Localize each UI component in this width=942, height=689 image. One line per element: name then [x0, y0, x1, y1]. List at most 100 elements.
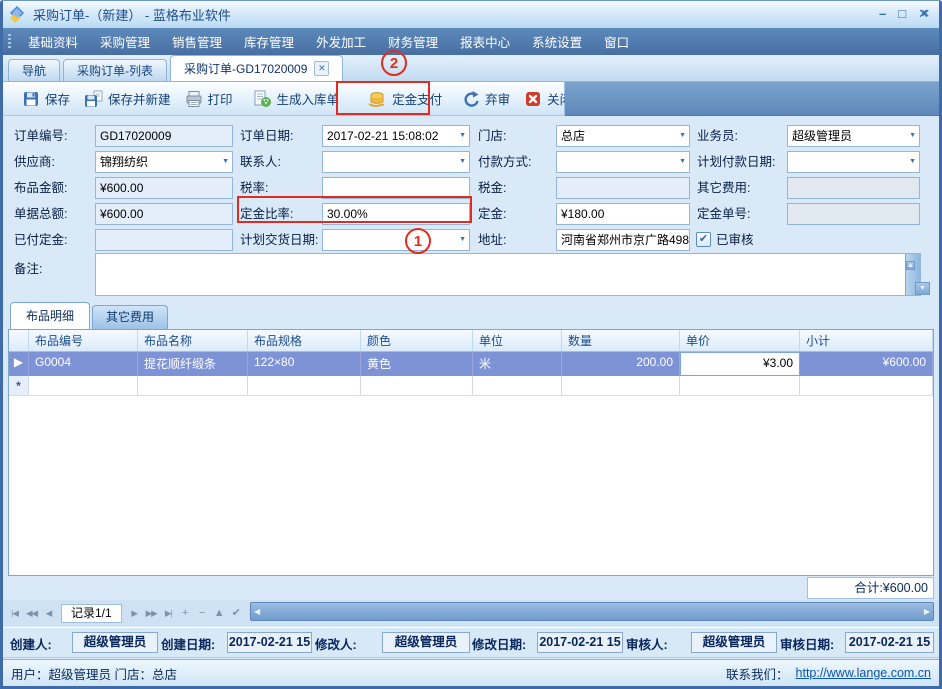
tab-purchase-order-current[interactable]: 采购订单-GD17020009 ✕: [170, 55, 343, 81]
cell-subtotal[interactable]: ¥600.00: [800, 352, 933, 376]
nav-next-button[interactable]: ▶: [128, 605, 141, 621]
new-row-cell[interactable]: [800, 376, 933, 396]
scroll-left-icon[interactable]: ◀: [254, 607, 260, 616]
address-field[interactable]: 河南省郑州市京广路498号: [556, 229, 690, 251]
nav-prev-page-button[interactable]: ◀◀: [25, 605, 38, 621]
save-button[interactable]: 保存: [15, 84, 77, 113]
pay-method-field[interactable]: ▼: [556, 151, 690, 173]
new-row-cell[interactable]: [29, 376, 138, 396]
annotation-rect-deposit-ratio: [237, 196, 472, 223]
cell-unit-price[interactable]: ¥3.00: [680, 352, 800, 376]
nav-prev-button[interactable]: ◀: [42, 605, 55, 621]
contact-dropdown-icon[interactable]: ▼: [459, 158, 466, 166]
save-and-new-button[interactable]: 保存并新建: [77, 84, 178, 113]
col-header-product-code[interactable]: 布品编号: [29, 330, 138, 351]
grid-row-selected[interactable]: ▶ G0004 提花顺纤缎条 122×80 黄色 米 200.00 ¥3.00 …: [9, 352, 933, 376]
salesman-dropdown-icon[interactable]: ▼: [909, 132, 916, 140]
store-dropdown-icon[interactable]: ▼: [679, 132, 686, 140]
menu-item-purchase[interactable]: 采购管理: [89, 28, 161, 55]
creator-field: 超级管理员: [72, 632, 158, 653]
other-fee-label: 其它费用:: [697, 177, 750, 199]
creator-label: 创建人:: [10, 634, 52, 653]
plan-delivery-date-dropdown-icon[interactable]: ▼: [459, 236, 466, 244]
print-button[interactable]: 打印: [178, 84, 240, 113]
annotation-rect-deposit-pay: [336, 81, 430, 115]
nav-edit-button[interactable]: ▲: [213, 605, 226, 621]
nav-post-button[interactable]: ✔: [230, 605, 243, 621]
modify-date-label: 修改日期:: [472, 634, 526, 653]
menu-item-sales[interactable]: 销售管理: [161, 28, 233, 55]
supplier-field[interactable]: 锦翔纺织▼: [95, 151, 233, 173]
scroll-down-icon[interactable]: ▼: [915, 282, 930, 295]
col-header-quantity[interactable]: 数量: [562, 330, 680, 351]
minimize-icon[interactable]: –: [879, 7, 886, 21]
menu-item-inventory[interactable]: 库存管理: [233, 28, 305, 55]
audited-checkbox[interactable]: ✔: [696, 232, 711, 247]
col-header-subtotal[interactable]: 小计: [800, 330, 933, 351]
nav-last-button[interactable]: ▶|: [162, 605, 175, 621]
deposit-field[interactable]: ¥180.00: [556, 203, 690, 225]
grid-total: 合计:¥600.00: [807, 577, 934, 599]
maximize-icon[interactable]: □: [898, 7, 906, 21]
menu-item-base-data[interactable]: 基础资料: [17, 28, 89, 55]
store-value: 总店: [561, 129, 585, 143]
website-link[interactable]: http://www.lange.com.cn: [796, 666, 931, 680]
plan-delivery-date-field[interactable]: ▼: [322, 229, 470, 251]
tab-other-fees[interactable]: 其它费用: [92, 305, 168, 329]
plan-pay-date-dropdown-icon[interactable]: ▼: [909, 158, 916, 166]
menu-item-window[interactable]: 窗口: [593, 28, 640, 55]
tab-close-icon[interactable]: ✕: [314, 61, 329, 76]
nav-delete-button[interactable]: −: [196, 605, 209, 621]
cell-color[interactable]: 黄色: [361, 352, 473, 376]
auditor-label: 审核人:: [626, 634, 668, 653]
contact-field[interactable]: ▼: [322, 151, 470, 173]
cell-product-code[interactable]: G0004: [29, 352, 138, 376]
total-amount-label: 单据总额:: [14, 203, 67, 225]
plan-pay-date-field[interactable]: ▼: [787, 151, 920, 173]
tabstrip-close-icon[interactable]: ✕: [921, 7, 930, 20]
create-date-field: 2017-02-21 15: [227, 632, 312, 653]
new-row-cell[interactable]: [361, 376, 473, 396]
col-header-product-name[interactable]: 布品名称: [138, 330, 248, 351]
menu-item-reports[interactable]: 报表中心: [449, 28, 521, 55]
col-header-unit-price[interactable]: 单价: [680, 330, 800, 351]
col-header-unit[interactable]: 单位: [473, 330, 562, 351]
new-row-cell[interactable]: [473, 376, 562, 396]
tab-purchase-order-list[interactable]: 采购订单-列表: [63, 59, 167, 81]
new-row-cell[interactable]: [680, 376, 800, 396]
nav-next-page-button[interactable]: ▶▶: [145, 605, 158, 621]
tab-navigation[interactable]: 导航: [8, 59, 60, 81]
user-store-info: 用户：超级管理员 门店：总店: [11, 664, 177, 683]
grid-horizontal-scrollbar[interactable]: ◀ ▶: [250, 602, 934, 621]
scroll-up-icon[interactable]: ▲: [906, 261, 915, 270]
tab-fabric-detail[interactable]: 布品明细: [10, 302, 90, 329]
remark-textarea[interactable]: ▲ ▼: [95, 253, 921, 296]
annotation-step-2: 2: [381, 50, 407, 76]
order-date-dropdown-icon[interactable]: ▼: [459, 132, 466, 140]
nav-first-button[interactable]: |◀: [8, 605, 21, 621]
supplier-dropdown-icon[interactable]: ▼: [222, 158, 229, 166]
deposit-label: 定金:: [478, 203, 506, 225]
new-row-cell[interactable]: [562, 376, 680, 396]
new-row-cell[interactable]: [138, 376, 248, 396]
store-field[interactable]: 总店 ▼: [556, 125, 690, 147]
cell-spec[interactable]: 122×80: [248, 352, 361, 376]
tab-navigation-label: 导航: [22, 62, 46, 79]
new-row-cell[interactable]: [248, 376, 361, 396]
scroll-right-icon[interactable]: ▶: [924, 607, 930, 616]
pay-method-dropdown-icon[interactable]: ▼: [679, 158, 686, 166]
remark-scrollbar[interactable]: ▲ ▼: [905, 254, 920, 295]
col-header-color[interactable]: 颜色: [361, 330, 473, 351]
col-header-spec[interactable]: 布品规格: [248, 330, 361, 351]
cell-unit[interactable]: 米: [473, 352, 562, 376]
cell-quantity[interactable]: 200.00: [562, 352, 680, 376]
grid-row-new[interactable]: *: [9, 376, 933, 396]
nav-append-button[interactable]: +: [179, 605, 192, 621]
menu-item-outsourcing[interactable]: 外发加工: [305, 28, 377, 55]
salesman-field[interactable]: 超级管理员▼: [787, 125, 920, 147]
unapprove-button[interactable]: 弃审: [455, 84, 517, 113]
generate-inbound-button[interactable]: 生成入库单: [246, 84, 347, 113]
menu-item-system[interactable]: 系统设置: [521, 28, 593, 55]
order-date-field[interactable]: 2017-02-21 15:08:02▼: [322, 125, 470, 147]
cell-product-name[interactable]: 提花顺纤缎条: [138, 352, 248, 376]
